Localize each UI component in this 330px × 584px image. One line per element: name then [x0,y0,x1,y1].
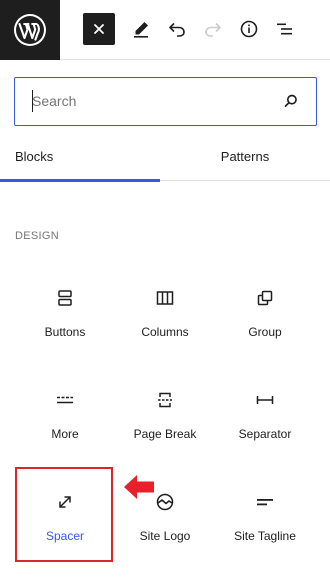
block-group[interactable]: Group [216,264,314,362]
text-caret [32,90,33,112]
list-view-button[interactable] [269,13,301,45]
redo-button[interactable] [197,13,229,45]
pencil-icon [134,22,148,38]
block-label: Site Tagline [234,529,296,543]
details-button[interactable] [233,13,265,45]
block-label: Separator [238,427,292,441]
more-icon [53,388,77,412]
list-view-icon [277,23,292,35]
block-search [14,77,317,126]
search-input[interactable] [15,78,275,124]
arrow-left-icon [124,475,154,499]
search-icon[interactable] [280,90,302,112]
block-label: Group [248,325,282,339]
tab-blocks[interactable]: Blocks [0,139,160,182]
page-break-icon [153,388,177,412]
undo-icon [169,22,185,37]
wordpress-logo-icon [14,14,46,46]
site-tagline-icon [253,490,277,514]
info-icon [240,20,258,38]
block-label: More [51,427,79,441]
undo-button[interactable] [161,13,193,45]
block-label: Page Break [133,427,197,441]
inserter-tabs: Blocks Patterns [0,139,330,182]
wordpress-logo-button[interactable] [0,0,60,60]
tools-button[interactable] [125,13,157,45]
block-page-break[interactable]: Page Break [116,366,214,464]
top-toolbar [0,0,330,60]
block-label: Buttons [44,325,86,339]
category-heading: DESIGN [15,230,59,242]
separator-icon [253,388,277,412]
site-logo-icon [153,490,177,514]
block-label: Columns [141,325,189,339]
block-site-tagline[interactable]: Site Tagline [216,468,314,566]
tab-patterns[interactable]: Patterns [160,139,330,181]
block-separator[interactable]: Separator [216,366,314,464]
block-label: Site Logo [139,529,191,543]
close-inserter-button[interactable] [83,13,115,45]
highlight-box [15,467,113,562]
group-icon [253,286,277,310]
block-columns[interactable]: Columns [116,264,214,362]
columns-icon [153,286,177,310]
buttons-icon [53,286,77,310]
block-more[interactable]: More [16,366,114,464]
close-icon [94,24,104,34]
block-buttons[interactable]: Buttons [16,264,114,362]
redo-icon [205,22,221,37]
